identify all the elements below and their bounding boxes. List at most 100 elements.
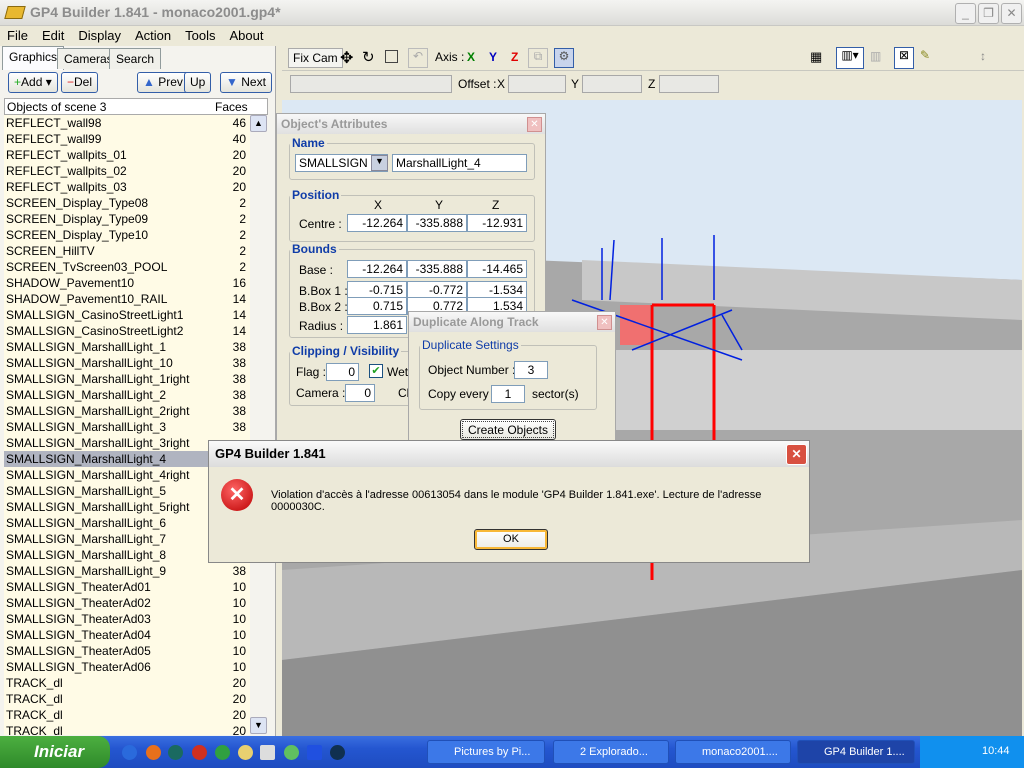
task-explorer[interactable]: 2 Explorado...: [553, 740, 669, 764]
list-item[interactable]: SCREEN_Display_Type08 2: [4, 195, 250, 211]
centre-y-input[interactable]: -335.888: [407, 214, 467, 232]
list-item[interactable]: SMALLSIGN_CasinoStreetLight1 14: [4, 307, 250, 323]
axis-x-button[interactable]: X: [467, 50, 475, 64]
scroll-up-button[interactable]: ▲: [250, 115, 267, 132]
axis-z-button[interactable]: Z: [511, 50, 518, 64]
maximize-button[interactable]: ❐: [978, 3, 999, 24]
delete-button[interactable]: −Del: [61, 72, 99, 93]
object-name-input[interactable]: MarshallLight_4: [392, 154, 527, 172]
task-monaco[interactable]: monaco2001....: [675, 740, 791, 764]
list-item[interactable]: SMALLSIGN_MarshallLight_1 38: [4, 339, 250, 355]
copy-every-input[interactable]: 1: [491, 385, 525, 403]
object-number-input[interactable]: 3: [514, 361, 548, 379]
list-item[interactable]: REFLECT_wall99 40: [4, 131, 250, 147]
scroll-down-button[interactable]: ▼: [250, 717, 267, 734]
start-button[interactable]: Iniciar: [0, 736, 110, 768]
firefox-icon[interactable]: [146, 745, 161, 760]
list-item[interactable]: SMALLSIGN_MarshallLight_10 38: [4, 355, 250, 371]
attributes-close-button[interactable]: ✕: [527, 117, 542, 132]
list-item[interactable]: REFLECT_wallpits_02 20: [4, 163, 250, 179]
object-combo[interactable]: [290, 75, 452, 93]
media-icon[interactable]: [192, 745, 207, 760]
list-item[interactable]: SMALLSIGN_TheaterAd02 10: [4, 595, 250, 611]
list-item[interactable]: SMALLSIGN_TheaterAd05 10: [4, 643, 250, 659]
list-item[interactable]: REFLECT_wallpits_01 20: [4, 147, 250, 163]
utorrent-icon[interactable]: [215, 745, 230, 760]
offset-x-input[interactable]: [508, 75, 566, 93]
menu-edit[interactable]: Edit: [35, 26, 71, 46]
list-item[interactable]: REFLECT_wallpits_03 20: [4, 179, 250, 195]
list-item[interactable]: SMALLSIGN_MarshallLight_9 38: [4, 563, 250, 579]
view-all-icon[interactable]: ▥: [870, 49, 881, 63]
ok-button[interactable]: OK: [474, 529, 548, 550]
list-item[interactable]: TRACK_dl 20: [4, 707, 250, 723]
error-close-button[interactable]: ✕: [786, 444, 807, 465]
netscape-icon[interactable]: [168, 745, 183, 760]
task-pictures[interactable]: Pictures by Pi...: [427, 740, 545, 764]
menu-tools[interactable]: Tools: [178, 26, 222, 46]
undo-icon[interactable]: ↶: [408, 48, 428, 68]
move-icon[interactable]: ✥: [340, 48, 353, 68]
offset-y-input[interactable]: [582, 75, 642, 93]
list-item[interactable]: SCREEN_Display_Type10 2: [4, 227, 250, 243]
minimize-button[interactable]: _: [955, 3, 976, 24]
list-item[interactable]: SCREEN_HillTV 2: [4, 243, 250, 259]
scale-icon[interactable]: [385, 50, 398, 63]
globe-icon[interactable]: [330, 745, 345, 760]
view-object-icon[interactable]: ▦: [810, 49, 822, 65]
clock[interactable]: 10:44: [982, 745, 1010, 757]
light-icon[interactable]: ✎: [920, 48, 930, 62]
duplicate-close-button[interactable]: ✕: [597, 315, 612, 330]
menu-action[interactable]: Action: [128, 26, 178, 46]
column-header-faces[interactable]: Faces: [215, 100, 248, 114]
users-icon[interactable]: [284, 745, 299, 760]
menu-about[interactable]: About: [222, 26, 270, 46]
centre-z-input[interactable]: -12.931: [467, 214, 527, 232]
create-objects-button[interactable]: Create Objects: [460, 419, 556, 440]
copy-axis-icon[interactable]: ⧉: [528, 48, 548, 68]
next-button[interactable]: ▼ Next: [220, 72, 272, 93]
messenger-icon[interactable]: [238, 745, 253, 760]
list-item[interactable]: TRACK_dl 20: [4, 723, 250, 735]
base-y-input[interactable]: -335.888: [407, 260, 467, 278]
list-item[interactable]: SHADOW_Pavement10 16: [4, 275, 250, 291]
fix-cam-button[interactable]: Fix Cam: [288, 48, 343, 68]
up-button[interactable]: Up: [184, 72, 212, 93]
close-button[interactable]: ✕: [1001, 3, 1022, 24]
app-quick-icon[interactable]: [260, 745, 275, 760]
rotate-icon[interactable]: ↻: [362, 48, 375, 66]
list-item[interactable]: SMALLSIGN_CasinoStreetLight2 14: [4, 323, 250, 339]
list-item[interactable]: SCREEN_TvScreen03_POOL 2: [4, 259, 250, 275]
task-gp4-builder[interactable]: GP4 Builder 1....: [797, 740, 915, 764]
bbox2-x-input[interactable]: 0.715: [347, 297, 407, 315]
view-mode-dropdown[interactable]: ▥▾: [836, 47, 864, 69]
add-button[interactable]: +Add ▾: [8, 72, 58, 93]
base-x-input[interactable]: -12.264: [347, 260, 407, 278]
prev-button[interactable]: ▲ Prev: [137, 72, 189, 93]
gears-icon[interactable]: ⚙: [554, 48, 574, 68]
list-item[interactable]: SMALLSIGN_TheaterAd06 10: [4, 659, 250, 675]
tab-search[interactable]: Search: [109, 48, 162, 69]
list-item[interactable]: SHADOW_Pavement10_RAIL 14: [4, 291, 250, 307]
list-item[interactable]: SCREEN_Display_Type09 2: [4, 211, 250, 227]
axis-y-button[interactable]: Y: [489, 50, 497, 64]
list-scrollbar[interactable]: ▲ ▼: [250, 115, 268, 735]
offset-z-input[interactable]: [659, 75, 719, 93]
radius-input[interactable]: 1.861: [347, 316, 407, 334]
list-item[interactable]: SMALLSIGN_MarshallLight_2right 38: [4, 403, 250, 419]
browser-icon[interactable]: [307, 745, 322, 760]
menu-file[interactable]: File: [0, 26, 35, 46]
flag-input[interactable]: 0: [326, 363, 359, 381]
list-item[interactable]: SMALLSIGN_MarshallLight_1right 38: [4, 371, 250, 387]
chevron-down-icon[interactable]: ▼: [371, 155, 388, 171]
list-item[interactable]: SMALLSIGN_MarshallLight_3 38: [4, 419, 250, 435]
wet-checkbox[interactable]: ✔: [369, 364, 383, 378]
list-item[interactable]: REFLECT_wall98 46: [4, 115, 250, 131]
camera-input[interactable]: 0: [345, 384, 375, 402]
list-item[interactable]: TRACK_dl 20: [4, 691, 250, 707]
base-z-input[interactable]: -14.465: [467, 260, 527, 278]
menu-display[interactable]: Display: [71, 26, 128, 46]
ie-icon[interactable]: [122, 745, 137, 760]
list-item[interactable]: SMALLSIGN_TheaterAd03 10: [4, 611, 250, 627]
list-item[interactable]: SMALLSIGN_MarshallLight_2 38: [4, 387, 250, 403]
